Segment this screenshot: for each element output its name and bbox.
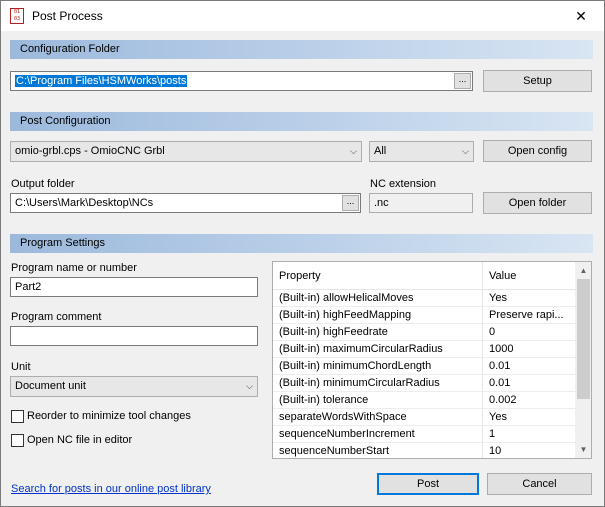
property-name: (Built-in) tolerance <box>279 394 369 406</box>
post-filter-select[interactable]: All ⌵ <box>369 141 474 162</box>
property-grid-header: Property Value <box>273 262 575 290</box>
post-processor-selected: omio-grbl.cps - OmioCNC Grbl <box>15 145 165 157</box>
search-posts-link[interactable]: Search for posts in our online post libr… <box>11 483 211 495</box>
property-grid[interactable]: Property Value (Built-in) allowHelicalMo… <box>272 261 592 459</box>
table-row[interactable]: (Built-in) tolerance 0.002 <box>273 392 575 409</box>
program-settings-header: Program Settings <box>10 234 593 253</box>
table-row[interactable]: (Built-in) highFeedrate 0 <box>273 324 575 341</box>
app-icon: 01 03 <box>10 8 24 24</box>
reorder-tools-checkbox[interactable] <box>11 410 24 423</box>
property-name: sequenceNumberStart <box>279 445 390 457</box>
unit-label: Unit <box>11 361 31 373</box>
close-icon[interactable]: ✕ <box>558 1 604 31</box>
property-name: (Built-in) maximumCircularRadius <box>279 343 443 355</box>
arrow-up-icon[interactable]: ▲ <box>575 262 591 279</box>
open-folder-button[interactable]: Open folder <box>483 192 592 214</box>
value-column-header[interactable]: Value <box>489 270 516 282</box>
setup-button[interactable]: Setup <box>483 70 592 92</box>
property-name: (Built-in) minimumCircularRadius <box>279 377 440 389</box>
open-config-button[interactable]: Open config <box>483 140 592 162</box>
property-name: sequenceNumberIncrement <box>279 428 415 440</box>
property-value[interactable]: 10 <box>489 445 573 457</box>
table-row[interactable]: (Built-in) minimumChordLength 0.01 <box>273 358 575 375</box>
output-folder-input[interactable]: C:\Users\Mark\Desktop\NCs ... <box>10 193 361 213</box>
unit-select[interactable]: Document unit ⌵ <box>10 376 258 397</box>
chevron-down-icon: ⌵ <box>462 146 469 156</box>
chevron-down-icon: ⌵ <box>350 146 357 156</box>
chevron-down-icon: ⌵ <box>246 381 253 391</box>
arrow-down-icon[interactable]: ▼ <box>575 441 591 458</box>
table-row[interactable]: (Built-in) minimumCircularRadius 0.01 <box>273 375 575 392</box>
property-name: (Built-in) highFeedrate <box>279 326 388 338</box>
output-folder-label: Output folder <box>11 178 75 190</box>
configuration-folder-header: Configuration Folder <box>10 40 593 59</box>
property-column-header[interactable]: Property <box>279 270 321 282</box>
table-row[interactable]: (Built-in) maximumCircularRadius 1000 <box>273 341 575 358</box>
property-value[interactable]: Preserve rapi... <box>489 309 573 321</box>
property-value[interactable]: Yes <box>489 411 573 423</box>
configuration-folder-input[interactable]: C:\Program Files\HSMWorks\posts ... <box>10 71 473 91</box>
open-nc-editor-checkbox[interactable] <box>11 434 24 447</box>
post-process-dialog: 01 03 Post Process ✕ Configuration Folde… <box>0 0 605 507</box>
title-bar: 01 03 Post Process ✕ <box>1 1 604 31</box>
property-value[interactable]: 1 <box>489 428 573 440</box>
table-row[interactable]: (Built-in) highFeedMapping Preserve rapi… <box>273 307 575 324</box>
table-row[interactable]: (Built-in) allowHelicalMoves Yes <box>273 290 575 307</box>
post-processor-select[interactable]: omio-grbl.cps - OmioCNC Grbl ⌵ <box>10 141 362 162</box>
property-name: separateWordsWithSpace <box>279 411 407 423</box>
property-value[interactable]: 0.002 <box>489 394 573 406</box>
property-value[interactable]: Yes <box>489 292 573 304</box>
program-comment-label: Program comment <box>11 311 102 323</box>
output-folder-path: C:\Users\Mark\Desktop\NCs <box>15 197 154 209</box>
scrollbar-thumb[interactable] <box>577 279 590 399</box>
table-row[interactable]: separateWordsWithSpace Yes <box>273 409 575 426</box>
property-grid-scrollbar[interactable]: ▲ ▼ <box>575 262 591 458</box>
property-name: (Built-in) highFeedMapping <box>279 309 412 321</box>
nc-extension-field: .nc <box>369 193 473 213</box>
open-nc-editor-label: Open NC file in editor <box>27 434 133 446</box>
post-configuration-header: Post Configuration <box>10 112 593 131</box>
table-row[interactable]: sequenceNumberStart 10 <box>273 443 575 458</box>
post-button[interactable]: Post <box>377 473 479 495</box>
program-comment-input[interactable] <box>10 326 258 346</box>
configuration-folder-path: C:\Program Files\HSMWorks\posts <box>15 75 188 87</box>
property-value[interactable]: 0.01 <box>489 377 573 389</box>
property-value[interactable]: 1000 <box>489 343 573 355</box>
nc-extension-label: NC extension <box>370 178 437 190</box>
configuration-folder-browse-button[interactable]: ... <box>454 73 471 89</box>
property-name: (Built-in) minimumChordLength <box>279 360 432 372</box>
reorder-tools-label: Reorder to minimize tool changes <box>27 410 191 422</box>
property-value[interactable]: 0 <box>489 326 573 338</box>
window-title: Post Process <box>32 9 103 23</box>
output-folder-browse-button[interactable]: ... <box>342 195 359 211</box>
table-row[interactable]: sequenceNumberIncrement 1 <box>273 426 575 443</box>
program-name-label: Program name or number <box>11 262 137 274</box>
property-value[interactable]: 0.01 <box>489 360 573 372</box>
property-name: (Built-in) allowHelicalMoves <box>279 292 414 304</box>
post-filter-selected: All <box>374 145 387 157</box>
cancel-button[interactable]: Cancel <box>487 473 592 495</box>
program-name-input[interactable]: Part2 <box>10 277 258 297</box>
unit-selected: Document unit <box>15 380 86 392</box>
